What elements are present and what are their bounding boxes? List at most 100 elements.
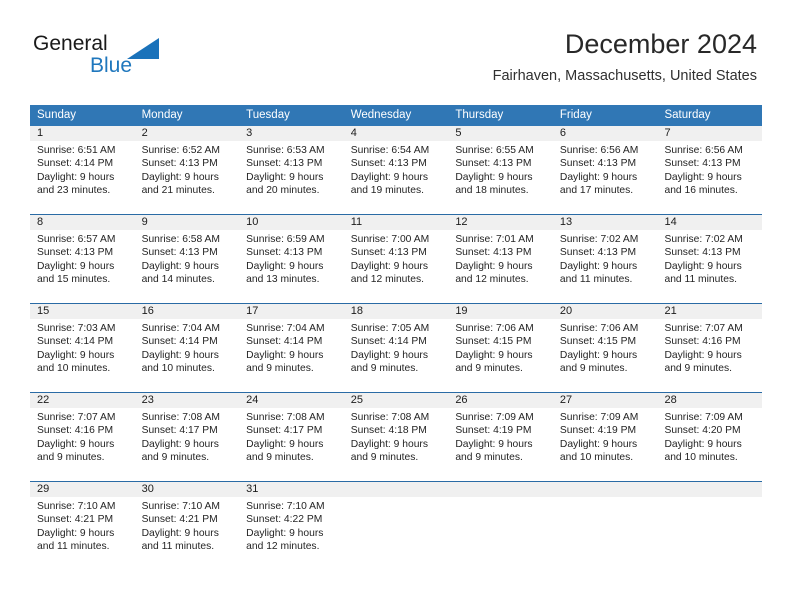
sunset-text: Sunset: 4:13 PM [141, 158, 218, 170]
sunrise-text: Sunrise: 6:57 AM [37, 234, 116, 245]
day-number[interactable]: 14 [657, 215, 762, 230]
calendar-table: Sunday Monday Tuesday Wednesday Thursday… [30, 105, 762, 570]
sunset-text: Sunset: 4:13 PM [559, 247, 637, 259]
daylight-text-line2: and 11 minutes. [664, 273, 737, 285]
day-number[interactable]: 4 [344, 126, 449, 141]
day-number[interactable]: 25 [344, 393, 449, 408]
sunrise-text: Sunrise: 6:56 AM [559, 145, 639, 156]
general-blue-logo[interactable]: General Blue [33, 32, 193, 82]
daylight-text-line1: Daylight: 9 hours [141, 260, 219, 272]
daylight-text-line2: and 9 minutes. [350, 451, 419, 463]
day-cell[interactable]: Sunrise: 6:58 AM Sunset: 4:13 PM Daylight:… [135, 230, 240, 303]
sunrise-text: Sunrise: 7:06 AM [559, 323, 639, 334]
day-number[interactable]: 3 [239, 126, 344, 141]
day-cell[interactable]: Sunrise: 7:10 AM Sunset: 4:21 PM Daylight:… [135, 497, 240, 570]
daylight-text-line1: Daylight: 9 hours [246, 438, 324, 450]
day-number[interactable]: 19 [448, 304, 553, 319]
day-number[interactable]: 27 [553, 393, 658, 408]
day-number[interactable]: 5 [448, 126, 553, 141]
daylight-text-line1: Daylight: 9 hours [37, 349, 115, 361]
day-cell[interactable]: Sunrise: 7:10 AM Sunset: 4:21 PM Daylight:… [30, 497, 135, 570]
day-number[interactable]: 7 [657, 126, 762, 141]
sunset-text: Sunset: 4:14 PM [141, 336, 218, 348]
day-number[interactable]: 22 [30, 393, 135, 408]
day-cell[interactable]: Sunrise: 6:55 AM Sunset: 4:13 PM Daylight:… [448, 141, 553, 214]
sunrise-text: Sunrise: 7:09 AM [559, 412, 639, 423]
day-number[interactable]: 16 [135, 304, 240, 319]
day-cell[interactable]: Sunrise: 7:07 AM Sunset: 4:16 PM Daylight:… [30, 408, 135, 481]
day-cell[interactable]: Sunrise: 7:07 AM Sunset: 4:16 PM Daylight:… [657, 319, 762, 392]
day-cell[interactable]: Sunrise: 6:54 AM Sunset: 4:13 PM Daylight:… [344, 141, 449, 214]
day-cell[interactable]: Sunrise: 7:05 AM Sunset: 4:14 PM Daylight:… [344, 319, 449, 392]
day-cell[interactable]: Sunrise: 7:09 AM Sunset: 4:19 PM Daylight:… [448, 408, 553, 481]
sunrise-text: Sunrise: 6:54 AM [350, 145, 430, 156]
day-cell[interactable]: Sunrise: 7:06 AM Sunset: 4:15 PM Daylight:… [553, 319, 658, 392]
day-cell[interactable]: Sunrise: 7:02 AM Sunset: 4:13 PM Daylight:… [553, 230, 658, 303]
sunset-text: Sunset: 4:13 PM [350, 158, 427, 170]
day-number[interactable]: 26 [448, 393, 553, 408]
day-number[interactable]: 10 [239, 215, 344, 230]
calendar-page: General Blue December 2024 Fairhaven, Ma… [0, 0, 792, 612]
daylight-text-line1: Daylight: 9 hours [141, 438, 219, 450]
day-cell[interactable]: Sunrise: 7:08 AM Sunset: 4:18 PM Daylight:… [344, 408, 449, 481]
daylight-text-line1: Daylight: 9 hours [559, 438, 638, 450]
day-cell[interactable]: Sunrise: 7:04 AM Sunset: 4:14 PM Daylight:… [135, 319, 240, 392]
day-cell[interactable]: Sunrise: 6:52 AM Sunset: 4:13 PM Daylight:… [135, 141, 240, 214]
day-cell[interactable]: Sunrise: 6:56 AM Sunset: 4:13 PM Daylight:… [657, 141, 762, 214]
day-cell[interactable]: Sunrise: 7:08 AM Sunset: 4:17 PM Daylight:… [239, 408, 344, 481]
day-cell[interactable]: Sunrise: 7:10 AM Sunset: 4:22 PM Daylight:… [239, 497, 344, 570]
day-cell[interactable]: Sunrise: 7:00 AM Sunset: 4:13 PM Daylight:… [344, 230, 449, 303]
daylight-text-line1: Daylight: 9 hours [455, 349, 533, 361]
day-number[interactable]: 17 [239, 304, 344, 319]
daylight-text-line1: Daylight: 9 hours [37, 260, 115, 272]
day-number[interactable]: 24 [239, 393, 344, 408]
day-number[interactable]: 8 [30, 215, 135, 230]
day-number[interactable]: 18 [344, 304, 449, 319]
day-cell[interactable]: Sunrise: 6:59 AM Sunset: 4:13 PM Daylight:… [239, 230, 344, 303]
day-number[interactable]: 2 [135, 126, 240, 141]
day-number-strip: 8 9 10 11 12 13 14 [30, 215, 762, 230]
sunset-text: Sunset: 4:13 PM [455, 247, 532, 259]
day-cell[interactable]: Sunrise: 7:08 AM Sunset: 4:17 PM Daylight:… [135, 408, 240, 481]
daylight-text-line1: Daylight: 9 hours [350, 438, 429, 450]
daylight-text-line2: and 15 minutes. [37, 273, 111, 285]
day-number[interactable]: 12 [448, 215, 553, 230]
daylight-text-line1: Daylight: 9 hours [141, 349, 219, 361]
day-number[interactable]: 20 [553, 304, 658, 319]
day-number[interactable]: 29 [30, 482, 135, 497]
day-cell[interactable]: Sunrise: 7:06 AM Sunset: 4:15 PM Daylight:… [448, 319, 553, 392]
daylight-text-line2: and 10 minutes. [664, 451, 738, 463]
day-number[interactable]: 11 [344, 215, 449, 230]
sunset-text: Sunset: 4:13 PM [559, 158, 637, 170]
day-number-empty [448, 482, 553, 497]
sunrise-text: Sunrise: 7:01 AM [455, 234, 534, 245]
day-cell[interactable]: Sunrise: 6:57 AM Sunset: 4:13 PM Daylight:… [30, 230, 135, 303]
day-cell[interactable]: Sunrise: 7:03 AM Sunset: 4:14 PM Daylight:… [30, 319, 135, 392]
day-number[interactable]: 21 [657, 304, 762, 319]
day-cell[interactable]: Sunrise: 7:02 AM Sunset: 4:13 PM Daylight:… [657, 230, 762, 303]
day-number[interactable]: 28 [657, 393, 762, 408]
day-number[interactable]: 1 [30, 126, 135, 141]
day-number[interactable]: 13 [553, 215, 658, 230]
sunset-text: Sunset: 4:21 PM [141, 514, 218, 526]
day-number[interactable]: 6 [553, 126, 658, 141]
day-number[interactable]: 15 [30, 304, 135, 319]
day-cell[interactable]: Sunrise: 7:04 AM Sunset: 4:14 PM Daylight:… [239, 319, 344, 392]
daylight-text-line1: Daylight: 9 hours [664, 438, 742, 450]
day-number[interactable]: 30 [135, 482, 240, 497]
sunset-text: Sunset: 4:15 PM [559, 336, 637, 348]
sunrise-text: Sunrise: 7:02 AM [664, 234, 743, 245]
day-cell[interactable]: Sunrise: 7:09 AM Sunset: 4:19 PM Daylight:… [553, 408, 658, 481]
day-cell[interactable]: Sunrise: 6:53 AM Sunset: 4:13 PM Daylight:… [239, 141, 344, 214]
day-number[interactable]: 23 [135, 393, 240, 408]
day-cell[interactable]: Sunrise: 6:56 AM Sunset: 4:13 PM Daylight:… [553, 141, 658, 214]
day-number[interactable]: 9 [135, 215, 240, 230]
day-cell[interactable]: Sunrise: 7:09 AM Sunset: 4:20 PM Daylight:… [657, 408, 762, 481]
sunrise-text: Sunrise: 7:08 AM [141, 412, 220, 423]
day-cell[interactable]: Sunrise: 7:01 AM Sunset: 4:13 PM Daylight:… [448, 230, 553, 303]
daylight-text-line1: Daylight: 9 hours [664, 349, 742, 361]
daylight-text-line1: Daylight: 9 hours [559, 260, 638, 272]
weekday-header-friday: Friday [559, 109, 592, 121]
day-cell[interactable]: Sunrise: 6:51 AM Sunset: 4:14 PM Daylight:… [30, 141, 135, 214]
day-number[interactable]: 31 [239, 482, 344, 497]
